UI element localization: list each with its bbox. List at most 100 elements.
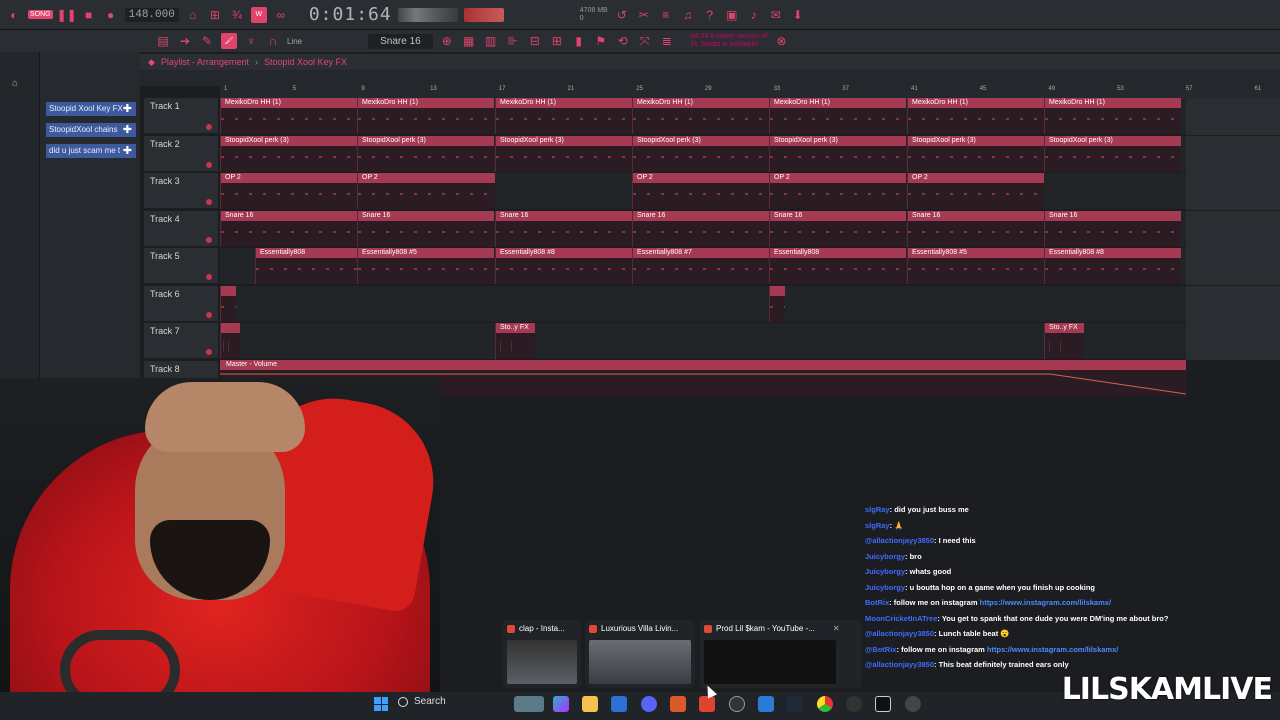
track-lane-empty[interactable] xyxy=(1186,173,1280,210)
4k-icon[interactable] xyxy=(846,696,862,712)
track-lane[interactable]: Sto..y FX Sto..y FX xyxy=(220,323,1186,360)
playlist-clip[interactable]: MexikoDro HH (1) xyxy=(495,98,632,134)
chat-username[interactable]: @allactionjayy3850 xyxy=(865,629,934,638)
playlist-icon[interactable]: ▦ xyxy=(461,33,477,49)
magnet-icon[interactable]: ∩ xyxy=(265,33,281,49)
chat-username[interactable]: slgRay xyxy=(865,505,890,514)
chat-icon[interactable]: ✉ xyxy=(768,7,784,23)
playlist-clip[interactable]: OP 2 xyxy=(632,173,769,209)
fish-widget-icon[interactable] xyxy=(514,696,544,712)
globe-icon[interactable]: ⊗ xyxy=(773,33,789,49)
link-icon[interactable]: ⟲ xyxy=(615,33,631,49)
playlist-clip[interactable]: Snare 16 xyxy=(220,210,357,247)
playlist-clip[interactable]: Essentially808 xyxy=(255,248,357,284)
playlist-clip[interactable]: Snare 16 xyxy=(907,210,1044,247)
track-lane[interactable]: Snare 16 Snare 16 Snare 16 Snare 16 Snare 16… xyxy=(220,210,1186,248)
copilot-icon[interactable] xyxy=(553,696,569,712)
mic-icon[interactable]: ♫ xyxy=(680,7,696,23)
playlist-clip[interactable]: MexikoDro HH (1) xyxy=(632,98,769,134)
plugin-picker-icon[interactable]: ▮ xyxy=(571,33,587,49)
pattern-selector[interactable]: Snare 16 xyxy=(368,33,433,49)
playlist-clip[interactable]: StoopidXool perk (3) xyxy=(357,135,494,172)
playlist-clip[interactable]: Snare 16 xyxy=(495,210,632,247)
chat-username[interactable]: slgRay xyxy=(865,521,890,530)
fl-logo-icon[interactable]: ◐ xyxy=(6,7,22,23)
playlist-clip[interactable]: MexikoDro HH (1) xyxy=(220,98,357,134)
picker-item[interactable]: StoopidXool chains ✚ xyxy=(46,123,136,137)
store-icon[interactable] xyxy=(611,696,627,712)
update-notice[interactable]: 04:23 A newer version of FL Studio is ava… xyxy=(691,33,768,49)
windows-start-icon[interactable] xyxy=(374,697,388,711)
taskbar-preview[interactable]: Luxurious Villa Livin... xyxy=(585,620,695,688)
playlist-clip[interactable]: MexikoDro HH (1) xyxy=(1044,98,1181,134)
track-mute-led[interactable] xyxy=(206,349,212,355)
taskbar-preview[interactable]: clap - Insta... xyxy=(503,620,581,688)
track-lane[interactable]: StoopidXool perk (3) StoopidXool perk (3)… xyxy=(220,135,1186,173)
picker-item[interactable]: did u just scam me t ✚ xyxy=(46,144,136,158)
playlist-clip[interactable]: Snare 16 xyxy=(1044,210,1181,247)
chat-username[interactable]: Juicyborgy xyxy=(865,567,905,576)
brush-icon[interactable]: ♆ xyxy=(243,33,259,49)
playlist-clip[interactable]: Essentially808 xyxy=(769,248,906,284)
track-lane-empty[interactable] xyxy=(1186,323,1280,360)
taskbar-preview[interactable]: Prod Lil $kam - YouTube -... ✕ xyxy=(700,620,862,688)
countdown-icon[interactable]: ¾ xyxy=(229,7,245,23)
playlist-clip[interactable]: Sto..y FX xyxy=(1044,323,1084,359)
capcut-icon[interactable] xyxy=(875,696,891,712)
playlist-clip[interactable]: StoopidXool perk (3) xyxy=(632,135,769,172)
track-mute-led[interactable] xyxy=(206,236,212,243)
playlist-clip[interactable]: Essentially808 #8 xyxy=(1044,248,1181,284)
playlist-clip[interactable]: Essentially808 #8 xyxy=(495,248,632,284)
bravebrowser-icon[interactable] xyxy=(670,696,686,712)
playlist-clip[interactable]: OP 2 xyxy=(357,173,494,209)
download-icon[interactable]: ⬇ xyxy=(790,7,806,23)
track-mute-led[interactable] xyxy=(206,274,212,280)
list-icon[interactable]: ≣ xyxy=(659,33,675,49)
track-mute-led[interactable] xyxy=(206,124,212,130)
step-edit-icon[interactable]: W xyxy=(250,6,267,23)
time-display[interactable]: 0:01:64 xyxy=(309,4,392,25)
track-lane[interactable]: MexikoDro HH (1) MexikoDro HH (1) MexikoDr… xyxy=(220,98,1186,135)
track-lane-empty[interactable] xyxy=(1186,248,1280,285)
chat-username[interactable]: MoonCricketInATree xyxy=(865,614,937,623)
playlist-clip[interactable]: Sto..y FX xyxy=(495,323,535,359)
pattern-add-icon[interactable]: ⊕ xyxy=(439,33,455,49)
pause-icon[interactable]: ❚❚ xyxy=(57,7,77,23)
playlist-clip[interactable]: StoopidXool perk (3) xyxy=(907,135,1044,172)
metronome-icon[interactable]: ⌂ xyxy=(185,7,201,23)
playlist-clip[interactable] xyxy=(220,285,236,322)
track-lane-empty[interactable] xyxy=(1186,285,1280,323)
song-mode-toggle[interactable]: SONG xyxy=(28,10,53,19)
loop-record-icon[interactable]: ∞ xyxy=(273,7,289,23)
playlist-clip[interactable]: MexikoDro HH (1) xyxy=(769,98,906,134)
discord-icon[interactable] xyxy=(641,696,657,712)
chat-username[interactable]: Juicyborgy xyxy=(865,552,905,561)
playlist-clip[interactable]: Essentially808 #5 xyxy=(357,248,494,284)
chat-username[interactable]: @allactionjayy3850 xyxy=(865,660,934,669)
snap-selector[interactable]: Line xyxy=(287,37,302,46)
playlist-clip[interactable]: MexikoDro HH (1) xyxy=(907,98,1044,134)
obs-icon[interactable] xyxy=(729,696,745,712)
wait-icon[interactable]: ⊞ xyxy=(207,7,223,23)
undo-icon[interactable]: ↺ xyxy=(614,7,630,23)
paint-icon[interactable]: 🖌 xyxy=(221,33,237,49)
playlist-clip[interactable] xyxy=(220,323,240,359)
add-icon[interactable]: ✚ xyxy=(123,123,132,137)
playlist-clip[interactable] xyxy=(769,285,785,322)
snap-icon[interactable]: ◆ xyxy=(148,57,155,68)
record-icon[interactable]: ● xyxy=(103,7,119,23)
timeline-ruler[interactable]: 1 5 9 13 17 21 25 29 33 37 41 45 49 53 57 61 xyxy=(220,86,1280,98)
cpu-icon[interactable]: ⤧ xyxy=(637,33,653,49)
add-icon[interactable]: ✚ xyxy=(123,144,132,158)
playlist-clip[interactable]: OP 2 xyxy=(907,173,1044,209)
cut-icon[interactable]: ✂ xyxy=(636,7,652,23)
chrome-icon[interactable] xyxy=(817,696,833,712)
steam-icon[interactable] xyxy=(787,696,803,712)
touch-icon[interactable]: ⚑ xyxy=(593,33,609,49)
media-icon[interactable] xyxy=(905,696,921,712)
playlist-clip[interactable]: MexikoDro HH (1) xyxy=(357,98,494,134)
chat-username[interactable]: @allactionjayy3850 xyxy=(865,536,934,545)
track-lane[interactable]: OP 2 OP 2 OP 2 OP 2 OP 2 xyxy=(220,173,1186,210)
track-lane-empty[interactable] xyxy=(1186,98,1280,135)
playlist-clip[interactable]: StoopidXool perk (3) xyxy=(769,135,906,172)
